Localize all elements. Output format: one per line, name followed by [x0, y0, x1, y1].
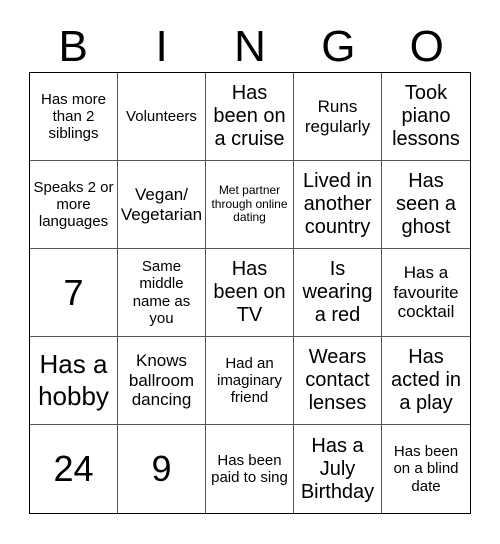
bingo-cell-text: Speaks 2 or more languages: [33, 178, 114, 231]
bingo-cell-text: Has been paid to sing: [211, 451, 288, 486]
bingo-cell-text: Met partner through online dating: [211, 182, 288, 225]
bingo-cell[interactable]: Has a hobby: [30, 337, 118, 425]
header-letter-n: N: [234, 22, 266, 71]
bingo-cell[interactable]: Has seen a ghost: [382, 161, 470, 249]
bingo-cell[interactable]: Has more than 2 siblings: [30, 73, 118, 161]
header-letter-i: I: [155, 22, 168, 71]
header-letter-g: G: [321, 22, 356, 71]
bingo-cell-text: 24: [53, 448, 94, 490]
bingo-cell[interactable]: 7: [30, 249, 118, 337]
bingo-cell-text: Volunteers: [126, 107, 197, 125]
bingo-cell[interactable]: Has been on a cruise: [206, 73, 294, 161]
bingo-cell[interactable]: Took piano lessons: [382, 73, 470, 161]
bingo-cell[interactable]: Speaks 2 or more languages: [30, 161, 118, 249]
bingo-cell[interactable]: Knows ballroom dancing: [118, 337, 206, 425]
bingo-cell-text: Runs regularly: [304, 96, 371, 136]
bingo-card-grid: Has more than 2 siblings Volunteers Has be…: [29, 72, 471, 514]
bingo-cell[interactable]: 9: [118, 425, 206, 513]
bingo-cell-text: Had an imaginary friend: [216, 354, 283, 407]
bingo-cell-text: Has acted in a play: [390, 346, 462, 414]
bingo-cell[interactable]: Wears contact lenses: [294, 337, 382, 425]
bingo-cell-text: Has a hobby: [38, 349, 109, 411]
bingo-cell-text: Knows ballroom dancing: [128, 351, 195, 410]
bingo-cell[interactable]: Has acted in a play: [382, 337, 470, 425]
bingo-cell[interactable]: 24: [30, 425, 118, 513]
bingo-cell-text: Wears contact lenses: [305, 346, 370, 414]
bingo-cell-text: 9: [151, 448, 172, 490]
bingo-cell[interactable]: Had an imaginary friend: [206, 337, 294, 425]
bingo-cell-text: Has been on TV: [213, 258, 286, 326]
bingo-cell[interactable]: Volunteers: [118, 73, 206, 161]
bingo-cell-text: Has been on a cruise: [213, 82, 286, 150]
bingo-cell[interactable]: Has been on a blind date: [382, 425, 470, 513]
header-letter-b: B: [58, 22, 88, 71]
bingo-cell[interactable]: Runs regularly: [294, 73, 382, 161]
bingo-cell[interactable]: Same middle name as you: [118, 249, 206, 337]
bingo-cell-text: Has a July Birthday: [300, 434, 375, 503]
bingo-cell-text: Same middle name as you: [132, 258, 191, 327]
bingo-cell[interactable]: Has been paid to sing: [206, 425, 294, 513]
header-letter-o: O: [409, 22, 444, 71]
bingo-cell-text: Took piano lessons: [392, 82, 460, 150]
bingo-cell-text: Has a favourite cocktail: [393, 263, 459, 322]
bingo-cell-text: Vegan/ Vegetarian: [120, 184, 203, 224]
bingo-header: B I N G O: [29, 22, 471, 72]
bingo-cell-text: Has been on a blind date: [393, 443, 459, 495]
bingo-cell-text: Is wearing a red: [302, 258, 373, 326]
bingo-cell[interactable]: Has been on TV: [206, 249, 294, 337]
bingo-cell-text: 7: [63, 271, 84, 313]
bingo-cell[interactable]: Vegan/ Vegetarian: [118, 161, 206, 249]
bingo-cell-text: Has seen a ghost: [395, 170, 457, 238]
bingo-cell-text: Has more than 2 siblings: [40, 90, 107, 143]
bingo-cell[interactable]: Has a favourite cocktail: [382, 249, 470, 337]
bingo-cell[interactable]: Met partner through online dating: [206, 161, 294, 249]
bingo-cell[interactable]: Lived in another country: [294, 161, 382, 249]
bingo-cell-text: Lived in another country: [303, 170, 372, 238]
bingo-cell[interactable]: Is wearing a red: [294, 249, 382, 337]
bingo-cell[interactable]: Has a July Birthday: [294, 425, 382, 513]
